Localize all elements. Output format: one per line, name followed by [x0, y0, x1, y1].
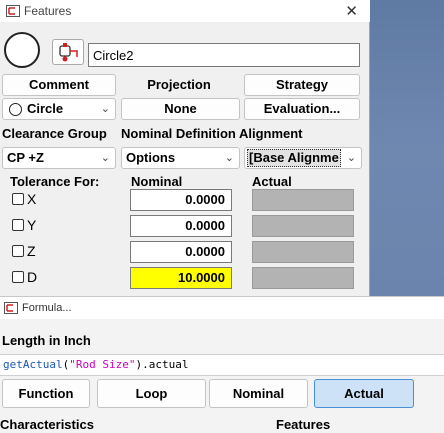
formula-window: Formula... Length in Inch getActual("Rod… — [0, 296, 444, 433]
formula-app-icon — [4, 302, 18, 314]
evaluation-button[interactable]: Evaluation... — [244, 98, 360, 120]
feature-type-value: Circle — [27, 101, 64, 116]
feature-name-input[interactable] — [88, 43, 360, 67]
chevron-down-icon: ⌄ — [100, 103, 110, 115]
alignment-dropdown[interactable]: [Base Alignme ⌄ — [244, 147, 362, 169]
probe-icon — [59, 43, 78, 62]
comment-button[interactable]: Comment — [2, 74, 116, 96]
tolerance-z-checkbox[interactable] — [12, 245, 24, 257]
nominal-header: Nominal — [131, 174, 183, 189]
features-app-icon — [6, 5, 20, 17]
clearance-group-value: CP +Z — [7, 150, 44, 165]
tolerance-x-checkbox[interactable] — [12, 193, 24, 205]
tolerance-x-label: X — [27, 191, 37, 207]
actual-y-field — [252, 215, 354, 237]
tolerance-panel: Tolerance For: Nominal Actual X 0.0000 Y… — [0, 174, 370, 292]
formula-input[interactable]: getActual("Rod Size").actual — [0, 354, 444, 376]
tolerance-d-checkbox[interactable] — [12, 271, 24, 283]
features-titlebar: Features ✕ — [0, 0, 370, 22]
features-title: Features — [24, 4, 72, 18]
circle-small-icon — [9, 103, 22, 116]
projection-none-button[interactable]: None — [121, 98, 240, 120]
nominal-y-field[interactable]: 0.0000 — [130, 215, 232, 237]
chevron-down-icon: ⌄ — [100, 152, 110, 164]
feature-type-dropdown[interactable]: Circle ⌄ — [2, 98, 116, 120]
loop-button[interactable]: Loop — [97, 379, 206, 408]
clearance-group-label: Clearance Group — [2, 126, 107, 141]
tolerance-d-label: D — [27, 269, 38, 285]
formula-rest-token: ).actual — [135, 358, 189, 371]
nominal-z-field[interactable]: 0.0000 — [130, 241, 232, 263]
characteristics-tab[interactable]: Characteristics — [0, 417, 94, 432]
nominal-definition-value: Options — [126, 150, 176, 165]
projection-label: Projection — [147, 77, 211, 92]
alignment-value: [Base Alignme — [247, 149, 341, 167]
chevron-down-icon: ⌄ — [224, 152, 234, 164]
function-button[interactable]: Function — [2, 379, 90, 408]
features-window: Features ✕ Comment Projection Strategy C… — [0, 0, 370, 300]
features-tab[interactable]: Features — [276, 417, 330, 432]
circle-feature-icon — [4, 32, 40, 68]
actual-header: Actual — [252, 174, 292, 189]
strategy-button[interactable]: Strategy — [244, 74, 360, 96]
close-icon[interactable]: ✕ — [345, 2, 358, 20]
actual-z-field — [252, 241, 354, 263]
formula-string-token: "Rod Size" — [69, 358, 136, 371]
clearance-group-dropdown[interactable]: CP +Z ⌄ — [2, 147, 116, 169]
nominal-definition-alignment-label: Nominal Definition Alignment — [121, 126, 303, 141]
nominal-x-field[interactable]: 0.0000 — [130, 189, 232, 211]
tolerance-y-label: Y — [27, 217, 37, 233]
formula-title: Formula... — [22, 302, 72, 314]
nominal-d-field[interactable]: 10.0000 — [130, 267, 232, 289]
formula-titlebar: Formula... — [0, 297, 444, 319]
actual-d-field — [252, 267, 354, 289]
desktop-background — [370, 0, 444, 300]
actual-button[interactable]: Actual — [314, 379, 414, 408]
nominal-definition-dropdown[interactable]: Options ⌄ — [121, 147, 240, 169]
tolerance-for-header: Tolerance For: — [10, 174, 100, 189]
formula-function-token: getActual — [3, 358, 63, 371]
tolerance-z-label: Z — [27, 243, 36, 259]
formula-subtitle: Length in Inch — [2, 333, 91, 348]
tolerance-y-checkbox[interactable] — [12, 219, 24, 231]
actual-x-field — [252, 189, 354, 211]
feature-probe-button[interactable] — [52, 39, 84, 65]
nominal-button[interactable]: Nominal — [209, 379, 308, 408]
chevron-down-icon: ⌄ — [346, 152, 356, 164]
